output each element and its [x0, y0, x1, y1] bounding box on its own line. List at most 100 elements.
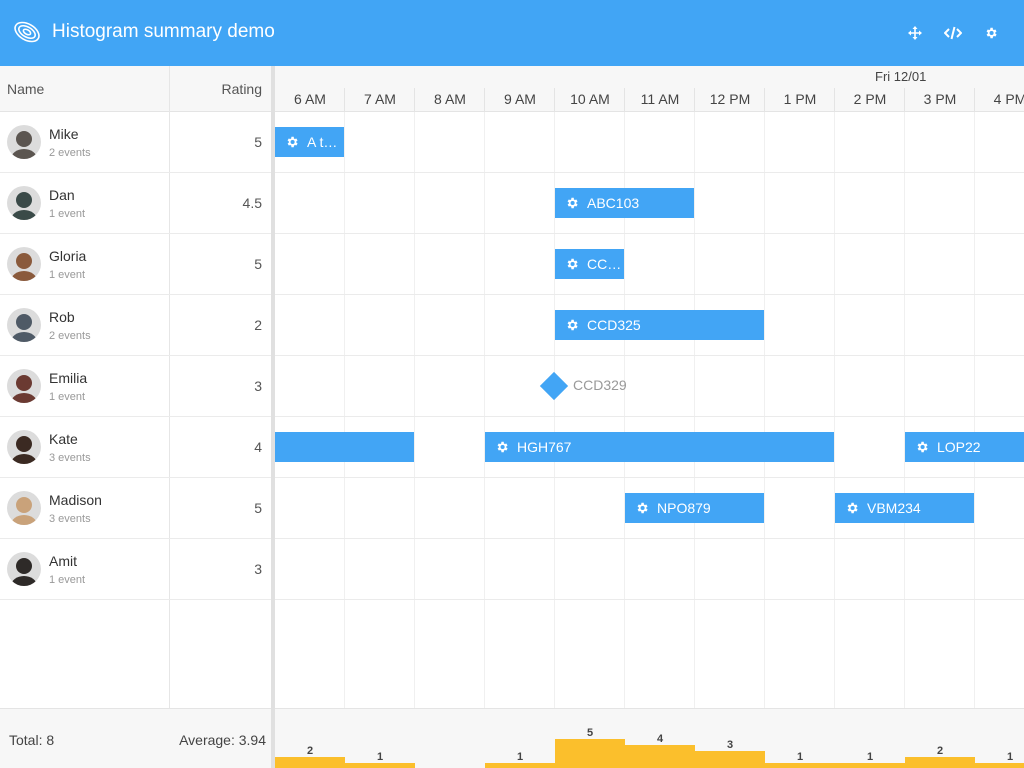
row-gridline — [275, 233, 1024, 234]
histogram-bar — [275, 757, 345, 768]
hour-label: 3 PM — [923, 91, 957, 107]
event-bar[interactable]: CC… — [555, 249, 624, 279]
gear-icon — [565, 318, 579, 332]
hour-gridline — [834, 112, 835, 708]
histogram-summary: 2 1 1 5 4 3 1 1 2 1 — [275, 708, 1024, 768]
event-label: NPO879 — [657, 500, 711, 516]
event-bar[interactable]: ABC103 — [555, 188, 694, 218]
avatar — [7, 125, 41, 159]
avatar — [7, 430, 41, 464]
event-bar[interactable]: NPO879 — [625, 493, 764, 523]
resource-row[interactable]: Amit 1 event 3 — [0, 539, 271, 600]
resource-row[interactable]: Emilia 1 event 3 — [0, 356, 271, 417]
hour-gridline — [694, 112, 695, 708]
histogram-bar — [625, 745, 695, 768]
code-button[interactable] — [942, 22, 964, 44]
histogram-count-label: 2 — [307, 745, 313, 757]
avatar — [7, 247, 41, 281]
resource-rating: 5 — [254, 256, 262, 272]
resource-rating: 3 — [254, 561, 262, 577]
resource-event-count: 1 event — [49, 208, 86, 220]
event-bar[interactable] — [275, 432, 414, 462]
hour-label: 12 PM — [709, 91, 751, 107]
resource-event-count: 1 event — [49, 391, 86, 403]
resource-rating: 2 — [254, 317, 262, 333]
gear-icon — [986, 27, 997, 39]
hour-gridline — [344, 112, 345, 708]
hour-label: 4 PM — [993, 91, 1024, 107]
resource-rating: 4.5 — [242, 195, 262, 211]
histogram-bar — [835, 763, 905, 768]
milestone-diamond[interactable] — [539, 371, 569, 401]
resource-event-count: 3 events — [49, 513, 91, 525]
hour-label: 10 AM — [570, 91, 610, 107]
hour-label: 8 AM — [434, 91, 466, 107]
row-gridline — [275, 172, 1024, 173]
histogram-count-label: 4 — [657, 733, 664, 745]
resource-row[interactable]: Mike 2 events 5 — [0, 112, 271, 173]
row-gridline — [275, 294, 1024, 295]
code-icon — [944, 26, 962, 40]
resource-event-count: 2 events — [49, 147, 91, 159]
event-bar[interactable]: A t… — [275, 127, 344, 157]
gear-icon — [845, 501, 859, 515]
resource-rating: 5 — [254, 500, 262, 516]
resource-event-count: 3 events — [49, 452, 91, 464]
logo-icon — [14, 21, 40, 43]
hour-gridline — [974, 112, 975, 708]
hour-gridline — [764, 112, 765, 708]
event-label: CC… — [587, 256, 622, 272]
timeline: Fri 12/01 6 AM 7 AM 8 AM 9 AM 10 AM 11 AM 12 P… — [275, 66, 1024, 768]
histogram-count-label: 1 — [517, 751, 523, 763]
move-button[interactable] — [904, 22, 926, 44]
timeline-header: Fri 12/01 6 AM 7 AM 8 AM 9 AM 10 AM 11 AM 12 P… — [275, 66, 1024, 112]
resource-grid: Name Rating Mike 2 events 5 Dan 1 event 4.5 … — [0, 66, 271, 768]
histogram-bar — [555, 739, 625, 768]
resource-name: Rob — [49, 309, 75, 325]
event-label: HGH767 — [517, 439, 572, 455]
gear-icon — [635, 501, 649, 515]
event-bar[interactable]: HGH767 — [485, 432, 834, 462]
event-label: LOP22 — [937, 439, 981, 455]
resource-name: Dan — [49, 187, 75, 203]
app-header: Histogram summary demo — [0, 0, 1024, 66]
resource-name: Madison — [49, 492, 102, 508]
resource-row[interactable]: Dan 1 event 4.5 — [0, 173, 271, 234]
histogram-bar — [485, 763, 555, 768]
column-header-rating[interactable]: Rating — [170, 66, 262, 112]
resource-rating: 4 — [254, 439, 262, 455]
histogram-count-label: 3 — [727, 739, 733, 751]
event-bar[interactable]: LOP22 — [905, 432, 1024, 462]
event-bar[interactable]: VBM234 — [835, 493, 974, 523]
milestone-label: CCD329 — [573, 377, 627, 393]
histogram-count-label: 1 — [797, 751, 803, 763]
hour-label: 9 AM — [504, 91, 536, 107]
resource-event-count: 1 event — [49, 574, 86, 586]
resource-name: Emilia — [49, 370, 88, 386]
resource-row[interactable]: Madison 3 events 5 — [0, 478, 271, 539]
histogram-count-label: 1 — [377, 751, 383, 763]
summary-total: Total: 8 — [9, 732, 55, 748]
hour-gridline — [484, 112, 485, 708]
event-label: ABC103 — [587, 195, 640, 211]
gear-icon — [565, 196, 579, 210]
gear-icon — [915, 440, 929, 454]
resource-row[interactable]: Kate 3 events 4 — [0, 417, 271, 478]
hour-label: 1 PM — [783, 91, 817, 107]
resource-rating: 5 — [254, 134, 262, 150]
row-gridline — [275, 477, 1024, 478]
summary-bar: Total: 8 Average: 3.94 — [0, 708, 271, 768]
resource-row[interactable]: Rob 2 events 2 — [0, 295, 271, 356]
histogram-bar — [905, 757, 975, 768]
event-bar[interactable]: CCD325 — [555, 310, 764, 340]
resource-row[interactable]: Gloria 1 event 5 — [0, 234, 271, 295]
resource-name: Gloria — [49, 248, 87, 264]
move-icon — [908, 26, 922, 40]
column-header-name[interactable]: Name — [7, 66, 44, 112]
row-gridline — [275, 416, 1024, 417]
settings-button[interactable] — [980, 22, 1002, 44]
resource-name: Amit — [49, 553, 77, 569]
histogram-bar — [695, 751, 765, 768]
avatar — [7, 491, 41, 525]
avatar — [7, 186, 41, 220]
